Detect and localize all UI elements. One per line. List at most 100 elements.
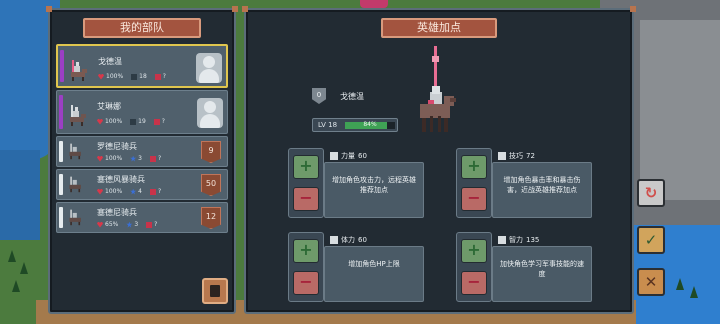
unit-name: 戈德温 [98,57,122,66]
unit-card-hero-2[interactable]: 艾琳娜 100% 19 ? [56,90,228,134]
troop-count-badge: 9 [201,141,221,163]
star-stat: 3 [130,155,142,162]
book-icon [210,285,220,297]
unit-stats: 100% 18 ? [98,73,166,80]
scroll-icon [149,188,156,195]
attribute-description-box: 加快角色学习军事技能的速度 [492,246,592,302]
xp-bar: 84% [345,121,395,129]
unit-stats: 100% 4 ? [97,188,161,195]
attribute-description: 增加角色攻击力，远程英雄推荐加点 [332,176,416,194]
increase-intelligence-button[interactable]: + [461,239,487,263]
panel-title: 英雄加点 [381,18,497,38]
attribute-card-skill: + − 技巧 72 增加角色暴击率和暴击伤害，近战英雄推荐加点 [456,148,594,218]
decrease-intelligence-button[interactable]: − [461,271,487,295]
attribute-buttons: + − [288,232,324,302]
portrait-placeholder-icon [197,98,223,128]
star-stat: 4 [130,188,142,195]
star-icon [126,221,133,228]
level-label: LV 18 [318,121,338,129]
decrease-skill-button[interactable]: − [461,187,487,211]
unit-card-troop-3[interactable]: 塞德尼骑兵 65% 3 ? 12 [56,202,228,233]
attribute-description: 增加角色暴击率和暴击伤害，近战英雄推荐加点 [503,176,581,194]
hp-stat: 100% [97,155,122,162]
lake-left-lower [0,150,40,240]
unit-name: 罗德尼骑兵 [97,142,137,151]
star-icon [130,155,137,162]
unit-list: 戈德温 100% 18 ? 艾琳娜 100% 19 ? 罗德尼骑兵 100% 3… [56,44,228,235]
star-stat: 3 [126,221,138,228]
attribute-description-box: 增加角色HP上限 [324,246,424,302]
dagger-icon [498,152,506,160]
heart-icon [97,221,103,228]
cavalry-sprite-icon [69,209,81,226]
scroll-icon [146,221,153,228]
skill-stat: ? [149,188,161,195]
portrait-placeholder-icon [196,53,222,83]
attribute-description: 加快角色学习军事技能的速度 [500,260,584,278]
decrease-vitality-button[interactable]: − [293,271,319,295]
attribute-description: 增加角色HP上限 [348,260,400,268]
hero-stripe [60,50,64,82]
unit-card-troop-2[interactable]: 塞德风暴骑兵 100% 4 ? 50 [56,169,228,200]
hp-stat: 100% [97,188,122,195]
knight-sprite-icon [71,60,87,81]
refresh-icon: ↻ [644,184,658,202]
codex-button[interactable] [202,278,228,304]
unit-name: 塞德风暴骑兵 [97,175,145,184]
scroll-icon [154,73,161,80]
attribute-card-intelligence: + − 智力 135 加快角色学习军事技能的速度 [456,232,594,302]
hero-knight-sprite-icon [420,46,456,132]
attribute-description-box: 增加角色攻击力，远程英雄推荐加点 [324,162,424,218]
cancel-button[interactable]: ✕ [637,268,665,296]
panel-title: 我的部队 [83,18,201,38]
hero-points-panel: 英雄加点 0 戈德温 LV 18 84% + − 力量 60 增加角色攻击力，远… [242,6,636,314]
unit-card-troop-1[interactable]: 罗德尼骑兵 100% 3 ? 9 [56,136,228,167]
hero-stripe [59,95,63,129]
cavalry-sprite-icon [69,176,81,193]
unit-name: 艾琳娜 [97,102,121,111]
attribute-buttons: + − [288,148,324,218]
decrease-strength-button[interactable]: − [293,187,319,211]
troop-count-badge: 12 [201,207,221,229]
boot-icon [130,118,137,125]
skill-stat: ? [153,118,165,125]
troop-count-badge: 50 [201,174,221,196]
scroll-icon [153,118,160,125]
increase-strength-button[interactable]: + [293,155,319,179]
skill-stat: ? [146,221,157,228]
reset-button[interactable]: ↻ [637,179,665,207]
attribute-buttons: + − [456,148,492,218]
cross-icon [330,236,338,244]
boot-icon [131,73,138,80]
increase-vitality-button[interactable]: + [293,239,319,263]
attribute-card-strength: + − 力量 60 增加角色攻击力，远程英雄推荐加点 [288,148,426,218]
troop-stripe [59,207,63,228]
unit-stats: 65% 3 ? [97,221,157,228]
confirm-button[interactable]: ✓ [637,226,665,254]
hp-stat: 100% [97,118,122,125]
unit-stats: 100% 19 ? [97,118,165,125]
unit-card-hero-1[interactable]: 戈德温 100% 18 ? [56,44,228,88]
attribute-card-vitality: + − 体力 60 增加角色HP上限 [288,232,426,302]
hp-stat: 65% [97,221,118,228]
level-bar: LV 18 84% [312,118,398,132]
unit-stats: 100% 3 ? [97,155,161,162]
heart-icon [97,155,103,162]
knight-sprite-icon [70,105,86,126]
rank-shield-icon: 0 [312,88,326,104]
attribute-description-box: 增加角色暴击率和暴击伤害，近战英雄推荐加点 [492,162,592,218]
xp-text: 84% [363,121,377,128]
hero-name: 戈德温 [340,92,364,101]
close-icon: ✕ [644,273,658,291]
top-marker [360,0,388,8]
mountain-peak [640,20,720,200]
book-icon [498,236,506,244]
hp-stat: 100% [98,73,123,80]
heart-icon [98,73,104,80]
heart-icon [97,188,103,195]
cavalry-sprite-icon [69,143,81,160]
heart-icon [97,118,103,125]
my-troops-panel: 我的部队 戈德温 100% 18 ? 艾琳娜 100% 19 ? 罗德尼骑兵 1… [46,6,238,314]
increase-skill-button[interactable]: + [461,155,487,179]
boot-stat: 19 [130,118,146,125]
